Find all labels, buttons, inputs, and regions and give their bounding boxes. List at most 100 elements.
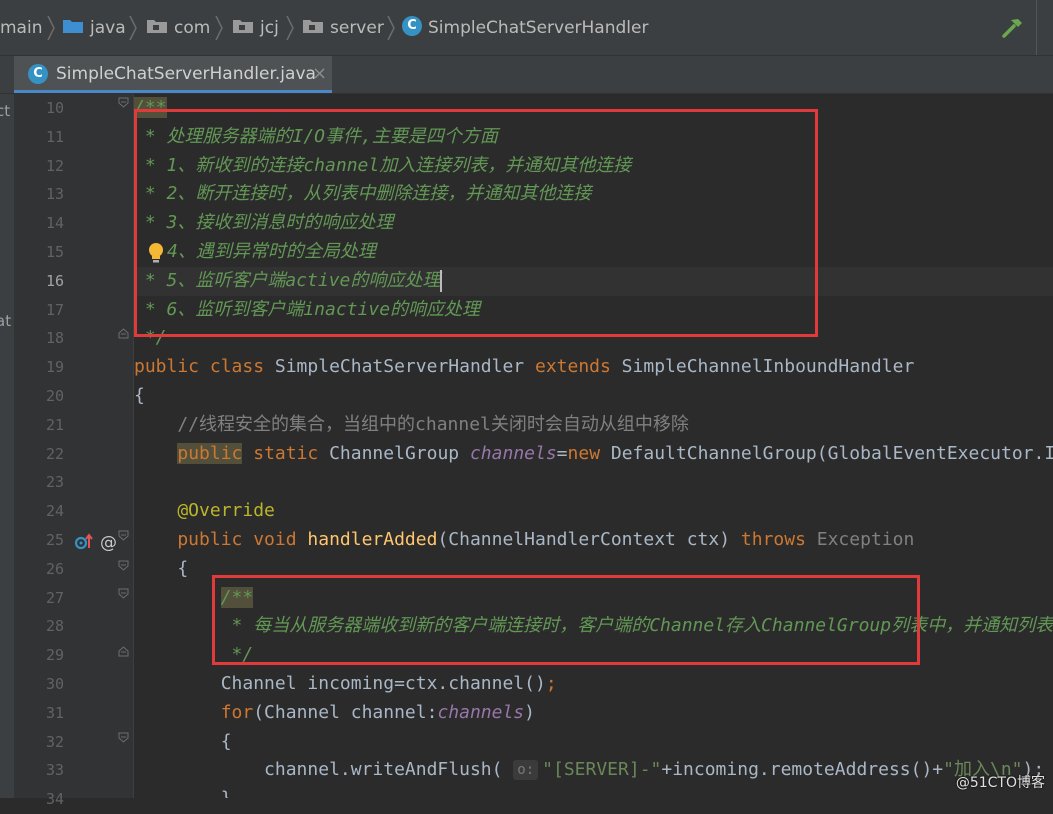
line-number-gutter[interactable]: @ 10 11 12 13 14 15 16 17 18 19 20 21 22 23 24 25 26 27 28… xyxy=(14,94,134,808)
line-number[interactable]: 11 xyxy=(14,123,64,152)
code-line-22: public static ChannelGroup channels=new … xyxy=(134,440,1053,469)
breadcrumb-label-main: main xyxy=(0,18,43,38)
line-number[interactable]: 23 xyxy=(14,468,64,497)
build-hammer-icon[interactable] xyxy=(1001,16,1025,40)
breadcrumb-item-com[interactable]: com xyxy=(146,16,210,40)
tab-label: SimpleChatServerHandler.java xyxy=(56,64,316,84)
line-number[interactable]: 14 xyxy=(14,209,64,238)
keyword: for xyxy=(220,701,254,723)
line-number[interactable]: 33 xyxy=(14,756,64,785)
line-number[interactable]: 22 xyxy=(14,440,64,469)
method-name: handlerAdded xyxy=(296,529,438,550)
folder-icon xyxy=(63,20,83,33)
close-icon[interactable]: × xyxy=(312,62,327,86)
chevron-right-icon xyxy=(387,15,395,41)
code-text: channel.writeAndFlush( xyxy=(134,759,514,781)
line-number[interactable]: 34 xyxy=(14,785,64,814)
breadcrumb-item-jcj[interactable]: jcj xyxy=(232,16,279,40)
highlight-box-class-doc xyxy=(134,109,818,337)
base-class: SimpleChannelInboundHandler xyxy=(610,356,915,378)
line-number[interactable]: 17 xyxy=(14,296,64,325)
line-number[interactable]: 19 xyxy=(14,353,64,382)
breadcrumb-item-java[interactable]: java xyxy=(62,16,126,40)
code-text: (ChannelHandlerContext ctx) xyxy=(437,529,741,550)
static-field: channels xyxy=(469,442,557,464)
class-icon: C xyxy=(28,64,48,84)
brace: { xyxy=(134,385,145,406)
brace: } xyxy=(134,788,232,798)
override-method-icon[interactable] xyxy=(74,532,94,552)
annotation: @Override xyxy=(134,500,275,522)
chevron-right-icon xyxy=(286,15,294,41)
code-line-32: { xyxy=(134,728,232,757)
line-number[interactable]: 25 xyxy=(14,526,64,555)
fold-marker-icon[interactable] xyxy=(118,328,129,339)
static-field: channels xyxy=(437,701,525,723)
tab-simplechatserverhandler[interactable]: C SimpleChatServerHandler.java × xyxy=(14,56,332,93)
line-number[interactable]: 26 xyxy=(14,555,64,584)
semicolon: ; xyxy=(545,673,557,694)
line-number[interactable]: 16 xyxy=(14,267,64,296)
fold-marker-icon[interactable] xyxy=(118,646,129,657)
code-line-21: //线程安全的集合，当组中的channel关闭时会自动从组中移除 xyxy=(134,411,689,440)
code-line-31: for(Channel channel:channels) xyxy=(134,699,535,728)
project-panel-text: at xyxy=(0,312,12,330)
keyword: public class xyxy=(134,356,265,378)
line-number[interactable]: 10 xyxy=(14,94,64,123)
breadcrumb: main java com jcj server C SimpleChatServ… xyxy=(0,0,1053,56)
line-comment: //线程安全的集合，当组中的channel关闭时会自动从组中移除 xyxy=(134,413,689,435)
string-literal: "[SERVER]-" xyxy=(542,759,662,781)
breadcrumb-label-server: server xyxy=(330,18,384,38)
line-number[interactable]: 27 xyxy=(14,584,64,613)
line-number[interactable]: 12 xyxy=(14,152,64,181)
line-number[interactable]: 32 xyxy=(14,728,64,757)
fold-marker-icon[interactable] xyxy=(118,530,129,541)
line-number[interactable]: 18 xyxy=(14,324,64,353)
breadcrumb-label-class: SimpleChatServerHandler xyxy=(428,18,649,38)
project-panel-edge[interactable]: ct at xyxy=(0,94,14,798)
fold-marker-icon[interactable] xyxy=(118,97,129,108)
package-icon xyxy=(147,20,167,33)
line-number[interactable]: 13 xyxy=(14,180,64,209)
line-number[interactable]: 15 xyxy=(14,238,64,267)
watermark: @51CTO博客 xyxy=(955,775,1045,791)
code-editor[interactable]: /** * 处理服务器端的I/O事件,主要是四个方面 * 1、新收到的连接cha… xyxy=(134,94,1053,798)
code-text: +incoming.remoteAddress()+ xyxy=(661,759,944,781)
line-number[interactable]: 31 xyxy=(14,699,64,728)
code-line-34: } xyxy=(134,785,232,798)
brace: { xyxy=(134,730,232,752)
keyword: new xyxy=(567,442,601,464)
breadcrumb-item-main[interactable]: main xyxy=(0,16,42,40)
project-panel-text: ct xyxy=(0,102,11,120)
keyword: static xyxy=(242,442,319,464)
code-line-33: channel.writeAndFlush( o: "[SERVER]-"+inc… xyxy=(134,756,1044,785)
breadcrumb-label-jcj: jcj xyxy=(260,18,279,38)
line-number[interactable]: 28 xyxy=(14,612,64,641)
fold-marker-icon[interactable] xyxy=(118,732,129,743)
annotation-marker-icon[interactable]: @ xyxy=(100,533,117,553)
code-text: DefaultChannelGroup(GlobalEventExecutor.… xyxy=(610,442,1053,464)
keyword: throws xyxy=(740,529,806,550)
package-icon xyxy=(233,20,253,33)
line-number[interactable]: 21 xyxy=(14,411,64,440)
code-line-25: public void handlerAdded(ChannelHandlerC… xyxy=(134,526,914,555)
highlight-box-method-doc xyxy=(212,575,920,665)
line-number[interactable]: 30 xyxy=(14,670,64,699)
toolbar-edge xyxy=(1036,0,1053,55)
chevron-right-icon xyxy=(129,15,137,41)
breadcrumb-item-server[interactable]: server xyxy=(302,16,384,40)
brace: { xyxy=(134,557,189,579)
fold-marker-icon[interactable] xyxy=(118,560,129,571)
editor-tab-bar: C SimpleChatServerHandler.java × xyxy=(0,56,1053,94)
breadcrumb-item-class[interactable]: C SimpleChatServerHandler xyxy=(402,16,648,40)
line-number[interactable]: 29 xyxy=(14,641,64,670)
keyword: extends xyxy=(534,356,611,378)
line-number[interactable]: 20 xyxy=(14,382,64,411)
line-number[interactable]: 24 xyxy=(14,497,64,526)
breadcrumb-label-java: java xyxy=(90,18,126,38)
code-line-30: Channel incoming=ctx.channel(); xyxy=(134,670,557,699)
chevron-right-icon xyxy=(47,15,55,41)
code-line-19: public class SimpleChatServerHandler ext… xyxy=(134,353,914,382)
fold-marker-icon[interactable] xyxy=(118,588,129,599)
class-name: SimpleChatServerHandler xyxy=(264,356,535,378)
